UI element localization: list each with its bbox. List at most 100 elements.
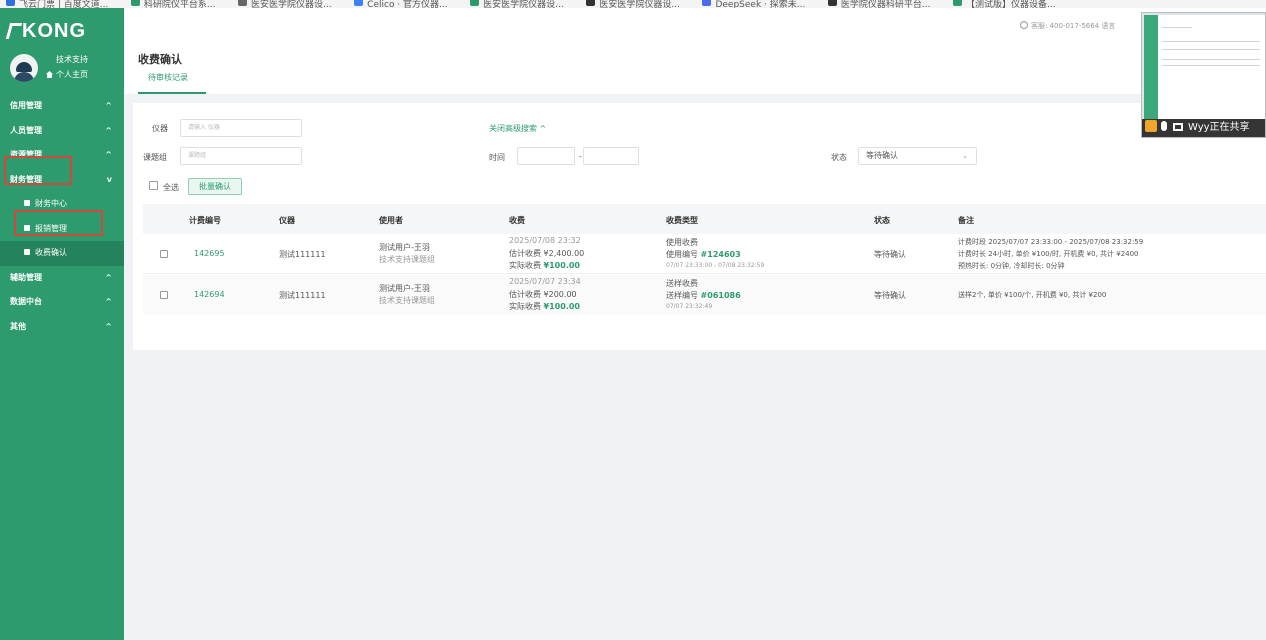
sidebar: KONG 技术支持 个人主页 信用管理 ^ 人员管理 ^ 资源管理 ^ 财务管理 v 财… (0, 8, 124, 640)
fee-type-code: 送样编号 #061086 (666, 290, 741, 301)
time-separator: - (579, 152, 582, 161)
thumbnail-line (1162, 65, 1260, 66)
user-name-cell: 测试用户-王羽 (379, 284, 430, 293)
customer-service[interactable]: 客服: 400-017-5664 语言 (1020, 21, 1115, 31)
sidebar-item-credit[interactable]: 信用管理 ^ (0, 94, 124, 119)
bookmark[interactable]: 【测试版】仪器设备... (953, 0, 1056, 8)
billing-id-link[interactable]: 142695 (194, 249, 225, 258)
screen-share-icon[interactable] (1173, 123, 1183, 131)
home-icon (46, 71, 53, 78)
bookmark[interactable]: 医安医学院仪器设... (238, 0, 332, 8)
status-select[interactable]: 等待确认 ⌄ (858, 147, 977, 165)
chevron-down-icon: v (106, 174, 112, 184)
instrument-cell: 测试111111 (279, 250, 326, 259)
sidebar-item-auxiliary[interactable]: 辅助管理 ^ (0, 266, 124, 291)
instrument-input[interactable]: 请输入 仪器 (180, 119, 302, 137)
group-input[interactable]: 课题组 (180, 147, 302, 165)
toggle-search-label: 关闭高级搜索 (489, 124, 537, 133)
user-name-cell: 测试用户-王羽 (379, 243, 430, 252)
share-status-bar: Wyy正在共享 (1142, 119, 1265, 137)
time-start-input[interactable] (517, 147, 575, 165)
thumbnail-line (1162, 27, 1192, 28)
chevron-up-icon: ^ (105, 101, 112, 110)
bookmark-icon (6, 0, 15, 6)
user-name: 技术支持 (56, 55, 88, 64)
logo-mark-icon (5, 23, 23, 39)
headset-icon (1020, 21, 1028, 29)
logo[interactable]: KONG (5, 20, 86, 43)
sidebar-item-personnel[interactable]: 人员管理 ^ (0, 119, 124, 144)
share-status-text: Wyy正在共享 (1188, 122, 1250, 133)
finance-center-icon (24, 200, 30, 206)
main-card: 仪器 请输入 仪器 课题组 课题组 关闭高级搜索 ^ 时间 - 状态 等待确认 ⌄… (133, 103, 1266, 350)
col-header-fee: 收费 (509, 216, 525, 225)
col-header-instrument: 仪器 (279, 216, 295, 225)
home-link-label: 个人主页 (56, 70, 88, 79)
sidebar-item-fee-confirm[interactable]: 收费确认 (0, 241, 124, 266)
thumbnail-line (1162, 59, 1260, 60)
share-thumbnail (1144, 15, 1265, 119)
submenu-label: 收费确认 (35, 248, 67, 257)
thumbnail-line (1162, 49, 1260, 50)
user-group-cell: 技术支持课题组 (379, 296, 435, 305)
bookmark-icon (470, 0, 480, 6)
deepseek-icon (702, 0, 712, 6)
chevron-up-icon: ^ (105, 321, 112, 331)
sidebar-item-data-center[interactable]: 数据中台 ^ (0, 290, 124, 315)
row-checkbox[interactable] (160, 250, 168, 258)
menu-label: 信用管理 (10, 101, 42, 110)
batch-confirm-button[interactable]: 批量确认 (188, 178, 242, 195)
bookmark[interactable]: Celico · 官方仪器... (354, 0, 448, 8)
avatar-body (14, 72, 34, 82)
type-code-label: 送样编号 (666, 291, 698, 300)
chevron-up-icon: ^ (105, 150, 112, 159)
highlight-box-finance (4, 156, 72, 185)
bookmark[interactable]: 医学院仪器科研平台... (827, 0, 930, 8)
bookmark[interactable]: DeepSeek · 探索未... (702, 0, 805, 8)
fee-actual-cell: 实际收费 ¥100.00 (509, 301, 580, 312)
sidebar-item-other[interactable]: 其他 ^ (0, 315, 124, 340)
avatar-head (16, 62, 32, 72)
tab-pending-records[interactable]: 待审核记录 (138, 72, 206, 94)
logo-text: KONG (22, 20, 86, 42)
user-icon (1145, 120, 1157, 132)
instrument-label: 仪器 (152, 124, 168, 133)
col-header-user: 使用者 (379, 216, 403, 225)
row-checkbox[interactable] (160, 291, 168, 299)
bookmark[interactable]: 医安医学院仪器设... (586, 0, 680, 8)
globe-icon (238, 0, 248, 6)
fee-estimate-cell: 估计收费 ¥2,400.00 (509, 249, 585, 258)
bookmark-icon (827, 0, 837, 6)
bookmark-bar: 飞云门票 | 百度文道... 科研院仪平台系... 医安医学院仪器设... Ce… (0, 0, 1266, 8)
thumbnail-line (1162, 41, 1260, 42)
table-row[interactable]: 142694 测试111111 测试用户-王羽 技术支持课题组 2025/07/… (143, 275, 1266, 315)
type-code-link[interactable]: #061086 (701, 291, 741, 300)
select-all-label: 全选 (163, 183, 179, 192)
avatar[interactable] (10, 54, 38, 82)
table-row[interactable]: 142695 测试111111 测试用户-王羽 技术支持课题组 2025/07/… (143, 234, 1266, 274)
screen-share-preview[interactable]: Wyy正在共享 (1141, 12, 1266, 138)
bookmark[interactable]: 医安医学院仪器设... (470, 0, 564, 8)
microphone-icon[interactable] (1161, 121, 1167, 131)
select-all-checkbox[interactable] (149, 181, 158, 190)
fee-actual-label: 实际收费 (509, 302, 541, 311)
page-title: 收费确认 (138, 53, 182, 66)
submenu-label: 财务中心 (35, 199, 67, 208)
toggle-advanced-search[interactable]: 关闭高级搜索 ^ (489, 123, 546, 134)
menu-label: 数据中台 (10, 297, 42, 306)
note-line: 计费时长 24小时, 单价 ¥100/时, 开机费 ¥0, 共计 ¥2400 (958, 250, 1139, 258)
bookmark[interactable]: 飞云门票 | 百度文道... (6, 0, 108, 8)
bookmark[interactable]: 科研院仪平台系... (130, 0, 215, 8)
fee-actual-value: ¥100.00 (543, 261, 580, 270)
fee-actual-value: ¥100.00 (543, 302, 580, 311)
billing-id-link[interactable]: 142694 (194, 290, 225, 299)
bookmark-icon (354, 0, 364, 6)
status-cell: 等待确认 (874, 250, 906, 259)
thumbnail-sidebar (1144, 15, 1158, 119)
home-link[interactable]: 个人主页 (46, 69, 88, 80)
type-code-link[interactable]: #124603 (701, 250, 741, 259)
fee-type-range: 07/07 23:33:00 - 07/08 23:32:59 (666, 262, 765, 269)
col-header-note: 备注 (958, 216, 974, 225)
time-end-input[interactable] (583, 147, 639, 165)
fee-type-code: 使用编号 #124603 (666, 249, 741, 260)
